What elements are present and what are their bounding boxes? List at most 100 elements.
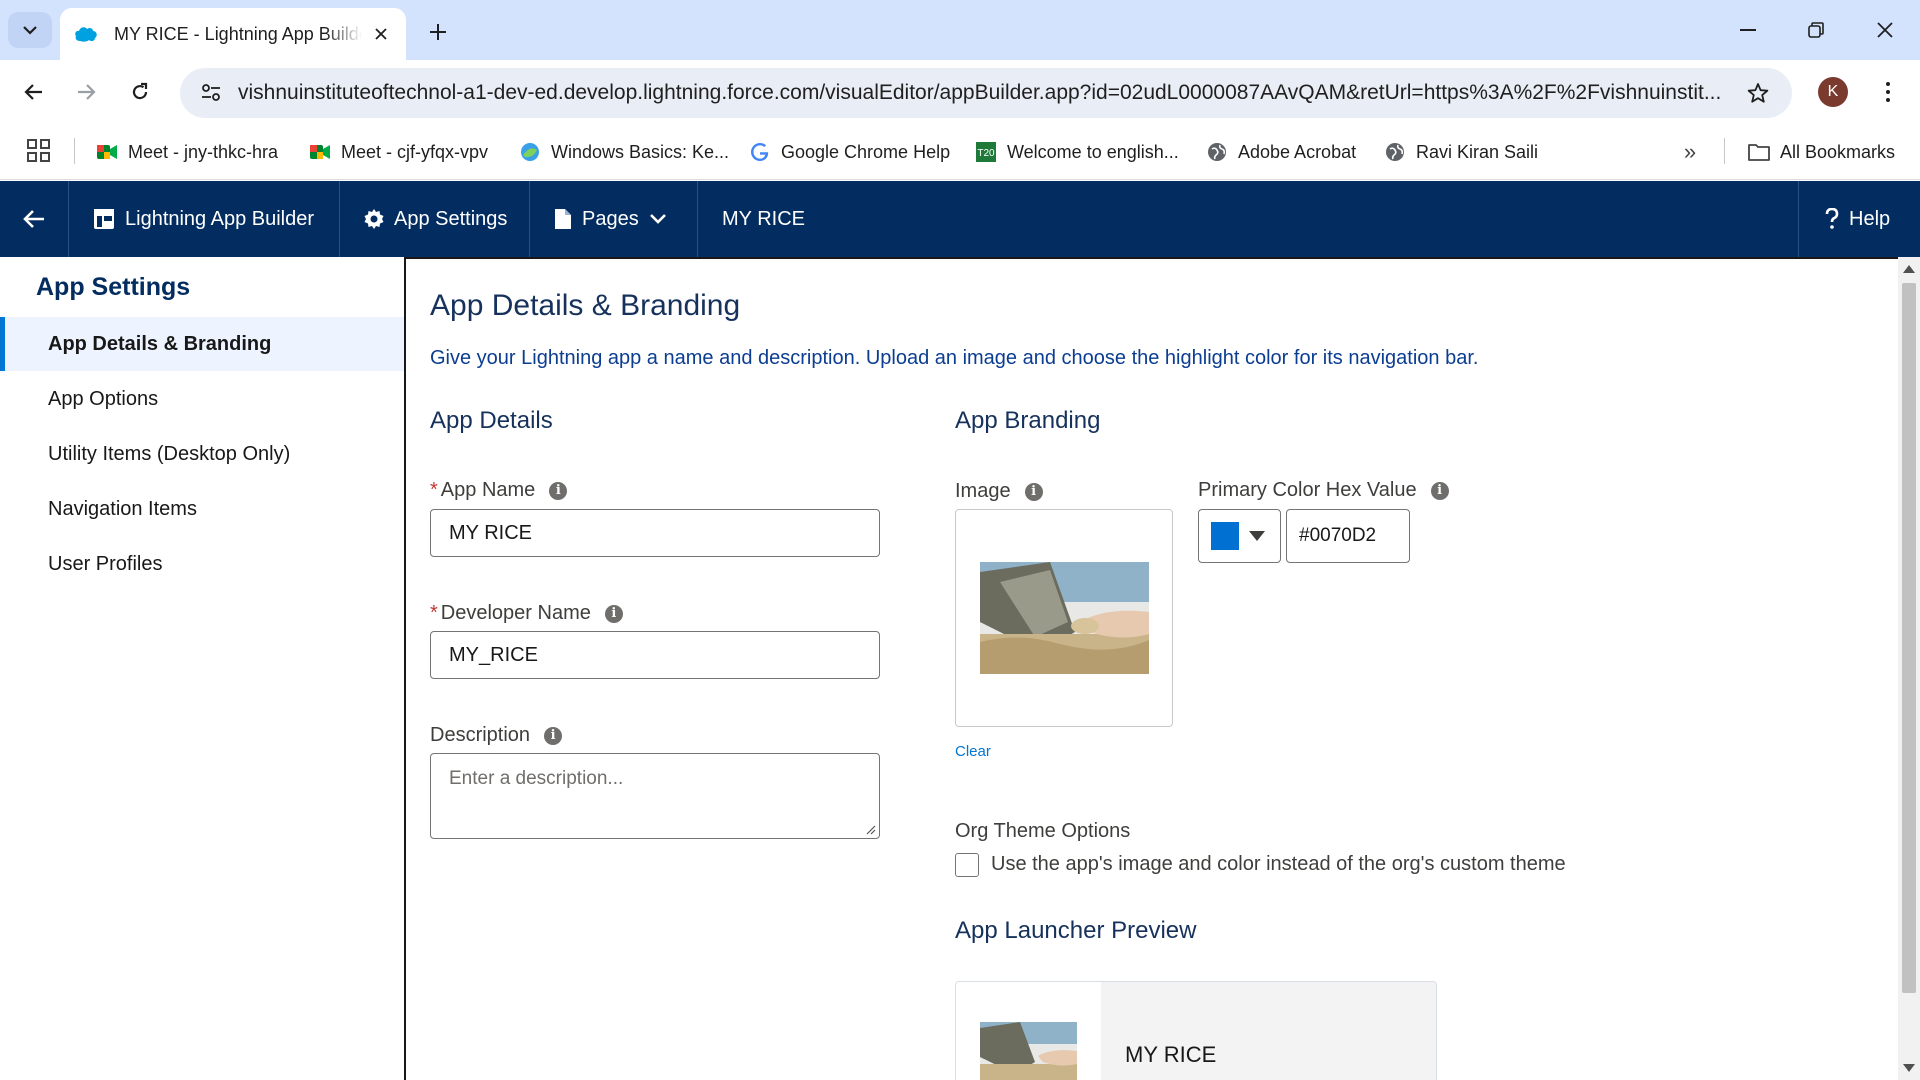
t20-icon: T20 [975,141,997,163]
page-description: Give your Lightning app a name and descr… [430,347,1479,369]
restore-button[interactable] [1791,8,1841,52]
address-bar[interactable]: vishnuinstituteoftechnol-a1-dev-ed.devel… [180,68,1792,118]
help-button[interactable]: Help [1798,181,1920,257]
app-name-label: MY RICE [722,207,805,230]
back-to-setup-button[interactable] [0,181,69,257]
bookmark-item[interactable]: Meet - cjf-yfqx-vpv [309,138,488,166]
bookmark-star-icon[interactable] [1740,75,1776,111]
sidebar-item-navigation-items[interactable]: Navigation Items [0,482,404,536]
close-tab-icon[interactable] [370,23,392,45]
developer-name-input[interactable]: MY_RICE [430,631,880,679]
sidebar-item-user-profiles[interactable]: User Profiles [0,537,404,591]
scrollbar-thumb[interactable] [1902,283,1916,993]
sidebar-item-utility-items[interactable]: Utility Items (Desktop Only) [0,427,404,481]
new-tab-button[interactable] [420,14,456,50]
primary-color-label: Primary Color Hex Value i [1198,479,1449,502]
bookmark-label: Meet - jny-thkc-hra [128,141,279,162]
hex-value-input[interactable]: #0070D2 [1286,509,1410,563]
app-name-label-text: App Name [440,479,536,501]
apps-grid-icon[interactable] [26,138,52,164]
required-marker: * [430,479,438,501]
app-image-upload[interactable] [955,509,1173,727]
close-icon [1877,22,1893,38]
info-icon[interactable]: i [1430,481,1449,500]
browser-menu-button[interactable] [1870,74,1906,110]
profile-avatar[interactable]: K [1818,77,1848,107]
restore-icon [1808,22,1824,38]
org-theme-checkbox-label[interactable]: Use the app's image and color instead of… [991,853,1566,876]
bookmarks-separator [1724,138,1725,164]
site-settings-icon[interactable] [196,78,226,108]
reload-icon [132,82,148,100]
lightning-app-builder-title: Lightning App Builder [69,181,340,257]
arrow-left-icon [24,84,42,100]
arrow-left-icon [23,210,44,228]
pages-dropdown[interactable]: Pages [530,181,698,257]
primary-color-label-text: Primary Color Hex Value [1198,479,1417,501]
minimize-button[interactable] [1723,8,1773,52]
close-window-button[interactable] [1860,8,1910,52]
preview-name-area: MY RICE [1101,982,1436,1080]
bookmarks-bar: Meet - jny-thkc-hra Meet - cjf-yfqx-vpv … [0,124,1920,180]
app-launcher-preview-heading: App Launcher Preview [955,917,1197,944]
help-label: Help [1849,207,1891,230]
required-marker: * [430,602,438,624]
info-icon[interactable]: i [604,604,623,623]
browser-toolbar: vishnuinstituteoftechnol-a1-dev-ed.devel… [0,60,1920,124]
app-name-input[interactable]: MY RICE [430,509,880,557]
reload-button[interactable] [120,72,160,112]
scroll-down-arrow-icon[interactable] [1903,1064,1915,1072]
info-icon[interactable]: i [544,726,563,745]
bookmark-item[interactable]: Google Chrome Help [749,138,950,166]
globe-icon [1206,141,1228,163]
info-icon[interactable]: i [1024,482,1043,501]
main-scrollbar[interactable] [1898,257,1920,1080]
browser-tab[interactable]: MY RICE - Lightning App Builder [60,8,406,60]
arrow-right-icon [78,84,96,100]
svg-text:T20: T20 [977,148,995,159]
description-textarea[interactable]: Enter a description... [430,753,880,839]
bookmark-item[interactable]: Meet - jny-thkc-hra [96,138,278,166]
info-icon[interactable]: i [549,481,568,500]
salesforce-cloud-icon [75,27,97,42]
sidebar-item-app-details-branding[interactable]: App Details & Branding [0,317,404,371]
bookmark-label: Adobe Acrobat [1238,141,1357,162]
resize-handle-icon[interactable] [866,825,876,835]
page-icon [555,209,571,229]
image-label: Image i [955,480,1043,503]
description-label: Description i [430,724,563,747]
app-builder-header: Lightning App Builder App Settings Pages… [0,181,1920,257]
app-details-heading: App Details [430,407,553,434]
more-bookmarks-button[interactable]: » [1674,136,1706,168]
bookmark-item[interactable]: Ravi Kiran Saili [1384,138,1538,166]
developer-name-label: * Developer Name i [430,602,623,625]
color-picker-button[interactable] [1198,509,1281,563]
bookmark-item[interactable]: Adobe Acrobat [1206,138,1356,166]
clear-image-link[interactable]: Clear [955,743,991,760]
scroll-up-arrow-icon[interactable] [1903,265,1915,273]
forward-button[interactable] [66,72,106,112]
bookmark-item[interactable]: T20 Welcome to english... [975,138,1179,166]
gear-icon [364,209,384,229]
chevron-down-icon [23,26,37,35]
sidebar-item-app-options[interactable]: App Options [0,372,404,426]
all-bookmarks-button[interactable]: All Bookmarks [1748,138,1895,166]
app-settings-button[interactable]: App Settings [340,181,530,257]
more-vert-icon [1886,82,1890,102]
rice-photo [980,562,1149,674]
back-button[interactable] [14,72,54,112]
bookmark-item[interactable]: Windows Basics: Ke... [519,138,729,166]
developer-name-label-text: Developer Name [440,602,591,624]
page-title: App Details & Branding [430,289,741,322]
bookmark-label: Google Chrome Help [781,141,951,162]
google-meet-icon [96,141,118,163]
org-theme-checkbox[interactable] [955,853,979,877]
app-details-panel: App Details & Branding Give your Lightni… [404,257,1898,1080]
minimize-icon [1740,29,1756,31]
tab-search-button[interactable] [8,12,52,48]
bookmark-label: Welcome to english... [1007,141,1179,162]
org-theme-label: Org Theme Options [955,820,1131,842]
app-launcher-preview-card: MY RICE [955,981,1437,1080]
current-app-name: MY RICE [698,181,1798,257]
help-icon [1825,208,1839,229]
